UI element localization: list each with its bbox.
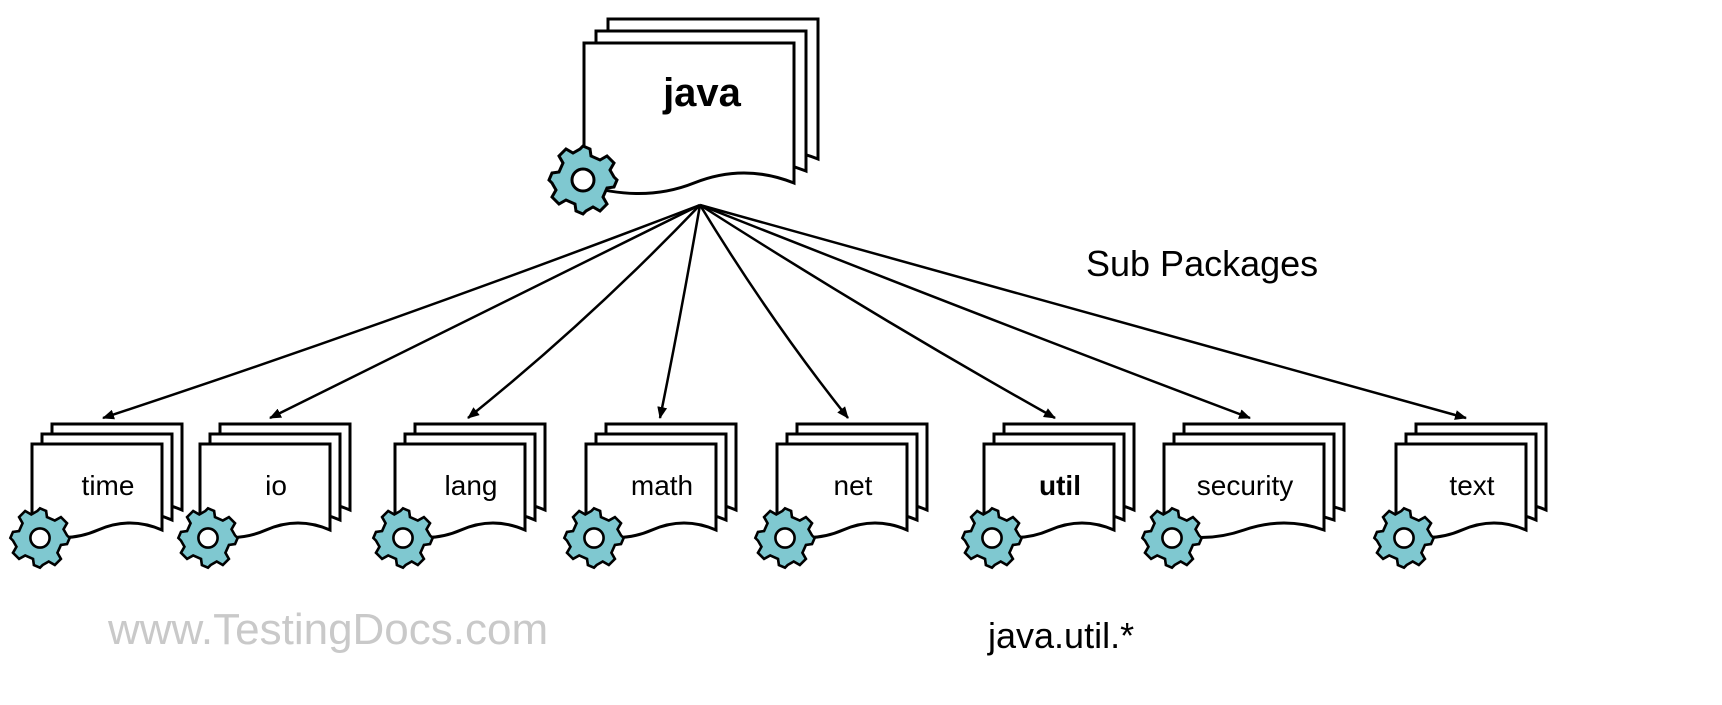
watermark-text: www.TestingDocs.com [108,605,548,655]
gear-icon [1370,504,1438,577]
package-net-label: net [773,470,933,502]
gear-icon [544,141,622,224]
annotation-example-path: java.util.* [988,615,1134,657]
package-text: text [1392,420,1552,560]
connector-arrows [0,0,1722,705]
gear-icon [958,504,1026,577]
package-math: math [582,420,742,560]
package-time: time [28,420,188,560]
package-time-label: time [28,470,188,502]
package-root-label: java [572,71,832,116]
gear-icon [369,504,437,577]
package-lang: lang [391,420,551,560]
package-io-label: io [196,470,356,502]
gear-icon [1138,504,1206,577]
package-io: io [196,420,356,560]
gear-icon [560,504,628,577]
gear-icon [174,504,242,577]
package-text-label: text [1392,470,1552,502]
java-packages-diagram: java time [0,0,1722,705]
package-security-label: security [1160,470,1330,502]
annotation-sub-packages: Sub Packages [1086,243,1318,285]
package-math-label: math [582,470,742,502]
package-util: util [980,420,1140,560]
gear-icon [6,504,74,577]
gear-icon [751,504,819,577]
package-security: security [1160,420,1350,560]
package-util-label: util [980,470,1140,502]
package-net: net [773,420,933,560]
package-lang-label: lang [391,470,551,502]
package-root: java [572,15,832,215]
